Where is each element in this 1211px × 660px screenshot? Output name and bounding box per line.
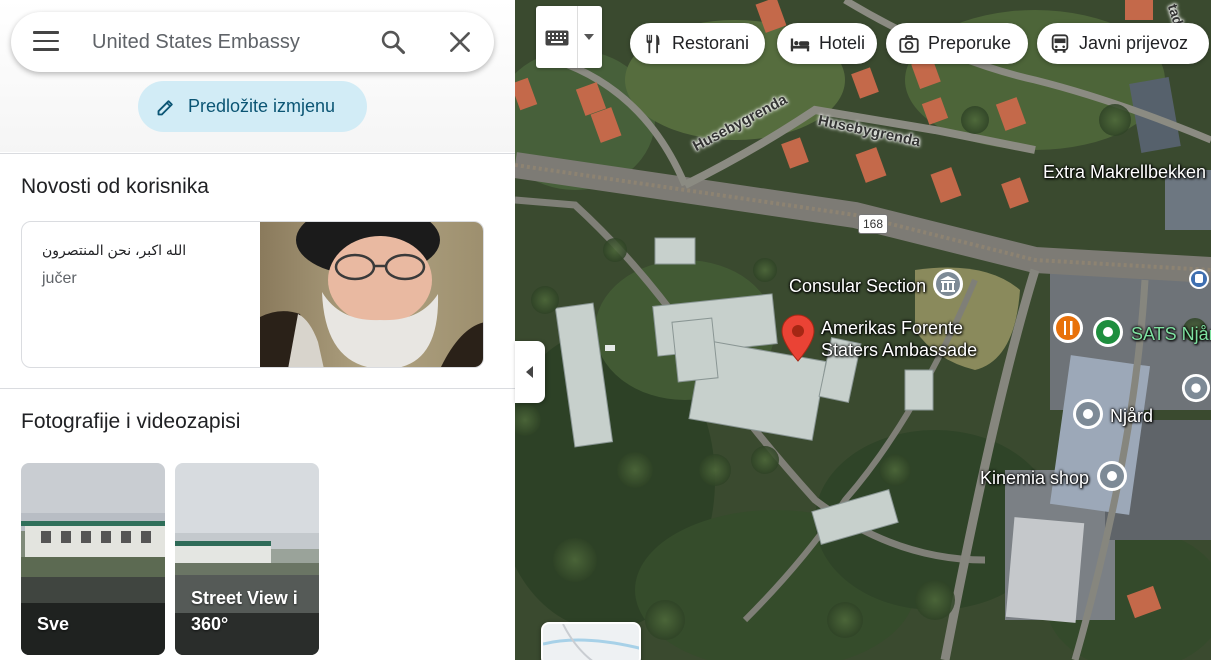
- shop-pin-icon[interactable]: [1096, 460, 1128, 492]
- place-pin-icon[interactable]: [1181, 372, 1211, 404]
- user-post-card[interactable]: الله اكبر، نحن المنتصرون jučer: [21, 221, 484, 368]
- photo-thumb-all[interactable]: Sve: [21, 463, 165, 655]
- cutlery-icon: [646, 34, 660, 53]
- keyboard-icon: [545, 30, 569, 46]
- layers-button[interactable]: [541, 622, 641, 660]
- selected-place-pin-icon[interactable]: [781, 314, 815, 362]
- pencil-icon: [157, 99, 173, 115]
- chevron-left-icon: [526, 366, 533, 378]
- input-tools-button[interactable]: [536, 6, 602, 68]
- place-label-extra-makrellbekken[interactable]: Extra Makrellbekken: [1043, 162, 1206, 183]
- restaurant-pin-icon[interactable]: [1052, 312, 1084, 344]
- chevron-down-icon[interactable]: [584, 34, 594, 40]
- close-icon[interactable]: [447, 29, 473, 55]
- bus-icon: [1051, 33, 1069, 53]
- search-input[interactable]: [92, 26, 362, 58]
- bus-stop-icon[interactable]: [1188, 268, 1210, 290]
- menu-icon[interactable]: [33, 31, 59, 53]
- place-label-njard[interactable]: Njård: [1110, 406, 1153, 427]
- collapse-panel-button[interactable]: [515, 341, 545, 403]
- search-box: [11, 12, 494, 72]
- chip-label: Javni prijevoz: [1079, 33, 1189, 53]
- photo-thumb-label: Sve: [37, 614, 70, 634]
- photos-title: Fotografije i videozapisi: [21, 410, 241, 433]
- suggest-edit-button[interactable]: Predložite izmjenu: [138, 81, 367, 132]
- post-photo[interactable]: [260, 222, 483, 367]
- photo-thumb-label: Street View i 360°: [191, 588, 298, 634]
- bed-icon: [790, 38, 810, 51]
- divider: [0, 388, 515, 389]
- place-label-consular[interactable]: Consular Section: [789, 276, 926, 297]
- government-building-icon[interactable]: [932, 268, 964, 300]
- post-date: jučer: [42, 270, 77, 287]
- chip-label: Preporuke: [928, 33, 1012, 53]
- photo-thumb-street-view[interactable]: Street View i 360°: [175, 463, 319, 655]
- chip-hotels[interactable]: Hoteli: [777, 23, 877, 64]
- chip-label: Hoteli: [819, 33, 866, 53]
- post-text: الله اكبر، نحن المنتصرون: [42, 242, 187, 258]
- road-number-shield: 168: [858, 214, 888, 234]
- divider: [0, 153, 515, 154]
- place-label-embassy-line2[interactable]: Staters Ambassade: [821, 340, 977, 361]
- chip-things-to-do[interactable]: Preporuke: [886, 23, 1028, 64]
- chip-transit[interactable]: Javni prijevoz: [1037, 23, 1209, 64]
- place-pin-icon[interactable]: [1072, 398, 1104, 430]
- chip-label: Restorani: [672, 33, 750, 53]
- place-label-sats[interactable]: SATS Njår: [1131, 324, 1211, 345]
- place-label-embassy-line1[interactable]: Amerikas Forente: [821, 318, 963, 339]
- search-icon[interactable]: [379, 28, 407, 56]
- layers-preview: [543, 624, 639, 660]
- gym-pin-icon[interactable]: [1092, 316, 1124, 348]
- suggest-edit-label: Predložite izmjenu: [188, 96, 336, 116]
- place-label-kinemia[interactable]: Kinemia shop: [980, 468, 1089, 489]
- camera-icon: [899, 34, 919, 53]
- chip-restaurants[interactable]: Restorani: [630, 23, 765, 64]
- divider: [577, 6, 578, 68]
- user-updates-title: Novosti od korisnika: [21, 175, 209, 198]
- place-panel: Predložite izmjenu Novosti od korisnika …: [0, 0, 515, 660]
